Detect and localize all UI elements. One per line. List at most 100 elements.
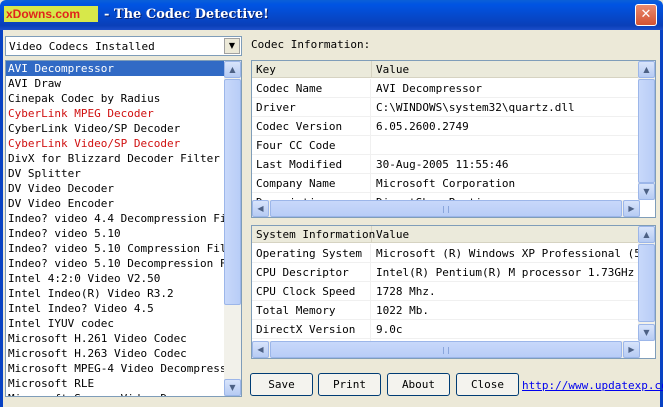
- website-link[interactable]: http://www.updatexp.com: [522, 379, 663, 392]
- row-value: 9.0c: [376, 323, 403, 336]
- table-row[interactable]: Four CC Code: [252, 136, 640, 155]
- about-button[interactable]: About: [387, 373, 450, 396]
- table-row[interactable]: Codec Version 6.05.2600.2749: [252, 117, 640, 136]
- window-close-button[interactable]: ✕: [635, 4, 657, 26]
- codec-list-item[interactable]: Microsoft RLE: [6, 376, 225, 391]
- scroll-thumb[interactable]: [638, 79, 655, 183]
- codec-type-value: Video Codecs Installed: [9, 40, 155, 53]
- row-key: Total Memory: [252, 301, 371, 320]
- row-value: Microsoft (R) Windows XP Professional (5…: [376, 247, 640, 260]
- codec-list-item[interactable]: Microsoft MPEG-4 Video Decompressor: [6, 361, 225, 376]
- codec-info-header: Key Value: [252, 61, 640, 78]
- print-button[interactable]: Print: [318, 373, 381, 396]
- row-value: C:\WINDOWS\system32\quartz.dll: [376, 101, 575, 114]
- codec-list-item[interactable]: Microsoft H.261 Video Codec: [6, 331, 225, 346]
- codec-info-vscrollbar[interactable]: ▲ ▼: [638, 61, 655, 200]
- codec-list[interactable]: AVI Decompressor AVI Draw Cinepak Codec by…: [5, 60, 242, 397]
- grip-icon: [443, 206, 449, 213]
- scroll-up-icon[interactable]: ▲: [224, 61, 241, 78]
- row-key: DirectX Version: [252, 320, 371, 339]
- system-info-header: System Information Value: [252, 226, 640, 243]
- row-key: Operating System: [252, 244, 371, 263]
- codec-info-label: Codec Information:: [251, 38, 371, 51]
- row-key: Codec Version: [252, 117, 371, 136]
- grip-icon: [443, 347, 449, 354]
- codec-list-scrollbar[interactable]: ▲ ▼: [224, 61, 241, 396]
- chevron-down-icon[interactable]: ▼: [224, 38, 240, 54]
- table-row[interactable]: Total Memory 1022 Mb.: [252, 301, 640, 320]
- save-button[interactable]: Save: [250, 373, 313, 396]
- codec-list-item[interactable]: DV Splitter: [6, 166, 225, 181]
- column-header-value[interactable]: Value: [372, 226, 640, 243]
- scroll-down-icon[interactable]: ▼: [638, 324, 655, 341]
- window-title: - The Codec Detective!: [104, 7, 269, 22]
- codec-list-item[interactable]: DV Video Decoder: [6, 181, 225, 196]
- system-info-hscrollbar[interactable]: ◀ ▶: [252, 341, 640, 358]
- row-value: 6.05.2600.2749: [376, 120, 469, 133]
- table-row[interactable]: CPU Descriptor Intel(R) Pentium(R) M proc…: [252, 263, 640, 282]
- scroll-thumb[interactable]: [270, 200, 622, 217]
- row-key: Driver: [252, 98, 371, 117]
- scroll-thumb[interactable]: [270, 341, 622, 358]
- codec-list-item[interactable]: Microsoft H.263 Video Codec: [6, 346, 225, 361]
- codec-list-item[interactable]: Indeo? video 5.10: [6, 226, 225, 241]
- row-value: AVI Decompressor: [376, 82, 482, 95]
- row-value: 1022 Mb.: [376, 304, 429, 317]
- table-row[interactable]: DirectX Version 9.0c: [252, 320, 640, 339]
- codec-list-item[interactable]: DivX for Blizzard Decoder Filter: [6, 151, 225, 166]
- table-row[interactable]: Company Name Microsoft Corporation: [252, 174, 640, 193]
- codec-list-item[interactable]: AVI Decompressor: [6, 61, 225, 76]
- row-value: 30-Aug-2005 11:55:46: [376, 158, 509, 171]
- row-key: Company Name: [252, 174, 371, 193]
- row-key: Last Modified: [252, 155, 371, 174]
- codec-list-item[interactable]: AVI Draw: [6, 76, 225, 91]
- scroll-up-icon[interactable]: ▲: [638, 61, 655, 78]
- codec-type-select[interactable]: Video Codecs Installed ▼: [5, 36, 242, 56]
- table-row[interactable]: Last Modified 30-Aug-2005 11:55:46: [252, 155, 640, 174]
- row-value: [372, 136, 640, 155]
- window-frame-left: [0, 30, 3, 407]
- scroll-up-icon[interactable]: ▲: [638, 226, 655, 243]
- column-header-value[interactable]: Value: [372, 61, 640, 78]
- scroll-right-icon[interactable]: ▶: [623, 341, 640, 358]
- app-logo: xDowns.com: [4, 6, 98, 22]
- codec-list-item[interactable]: CyberLink MPEG Decoder: [6, 106, 225, 121]
- codec-info-hscrollbar[interactable]: ◀ ▶: [252, 200, 640, 217]
- codec-list-item[interactable]: CyberLink Video/SP Decoder: [6, 136, 225, 151]
- codec-list-item[interactable]: CyberLink Video/SP Decoder: [6, 121, 225, 136]
- table-row[interactable]: Codec Name AVI Decompressor: [252, 79, 640, 98]
- codec-list-item[interactable]: Microsoft Screen Video D: [6, 391, 225, 396]
- scroll-down-icon[interactable]: ▼: [638, 183, 655, 200]
- codec-list-item[interactable]: Intel 4:2:0 Video V2.50: [6, 271, 225, 286]
- row-value: Microsoft Corporation: [376, 177, 516, 190]
- scroll-thumb[interactable]: [224, 79, 241, 305]
- codec-list-item[interactable]: Intel IYUV codec: [6, 316, 225, 331]
- codec-list-item[interactable]: Indeo? video 4.4 Decompression Filte: [6, 211, 225, 226]
- codec-list-item[interactable]: Intel Indeo? Video 4.5: [6, 301, 225, 316]
- close-button[interactable]: Close: [456, 373, 519, 396]
- codec-list-item[interactable]: Indeo? video 5.10 Decompression Filt: [6, 256, 225, 271]
- codec-info-table[interactable]: Key Value Codec Name AVI Decompressor Driv…: [251, 60, 656, 218]
- table-row[interactable]: Driver C:\WINDOWS\system32\quartz.dll: [252, 98, 640, 117]
- scroll-thumb[interactable]: [638, 244, 655, 322]
- codec-list-item[interactable]: Indeo? video 5.10 Compression Filter: [6, 241, 225, 256]
- system-info-table[interactable]: System Information Value Operating Syste…: [251, 225, 656, 359]
- codec-list-item[interactable]: DV Video Encoder: [6, 196, 225, 211]
- codec-info-rows: Codec Name AVI Decompressor Driver C:\WINDO…: [252, 79, 640, 212]
- row-value: 1728 Mhz.: [376, 285, 436, 298]
- table-row[interactable]: CPU Clock Speed 1728 Mhz.: [252, 282, 640, 301]
- column-header-key[interactable]: Key: [252, 61, 372, 78]
- codec-list-item[interactable]: Cinepak Codec by Radius: [6, 91, 225, 106]
- row-key: CPU Descriptor: [252, 263, 371, 282]
- scroll-right-icon[interactable]: ▶: [623, 200, 640, 217]
- scroll-left-icon[interactable]: ◀: [252, 341, 269, 358]
- scroll-down-icon[interactable]: ▼: [224, 379, 241, 396]
- codec-list-item[interactable]: Intel Indeo(R) Video R3.2: [6, 286, 225, 301]
- row-value: Intel(R) Pentium(R) M processor 1.73GHz: [376, 266, 635, 279]
- codec-list-items: AVI Decompressor AVI Draw Cinepak Codec by…: [6, 61, 225, 396]
- column-header-system-information[interactable]: System Information: [252, 226, 375, 243]
- scroll-left-icon[interactable]: ◀: [252, 200, 269, 217]
- system-info-vscrollbar[interactable]: ▲ ▼: [638, 226, 655, 341]
- table-row[interactable]: Operating System Microsoft (R) Windows XP…: [252, 244, 640, 263]
- row-key: Four CC Code: [252, 136, 371, 155]
